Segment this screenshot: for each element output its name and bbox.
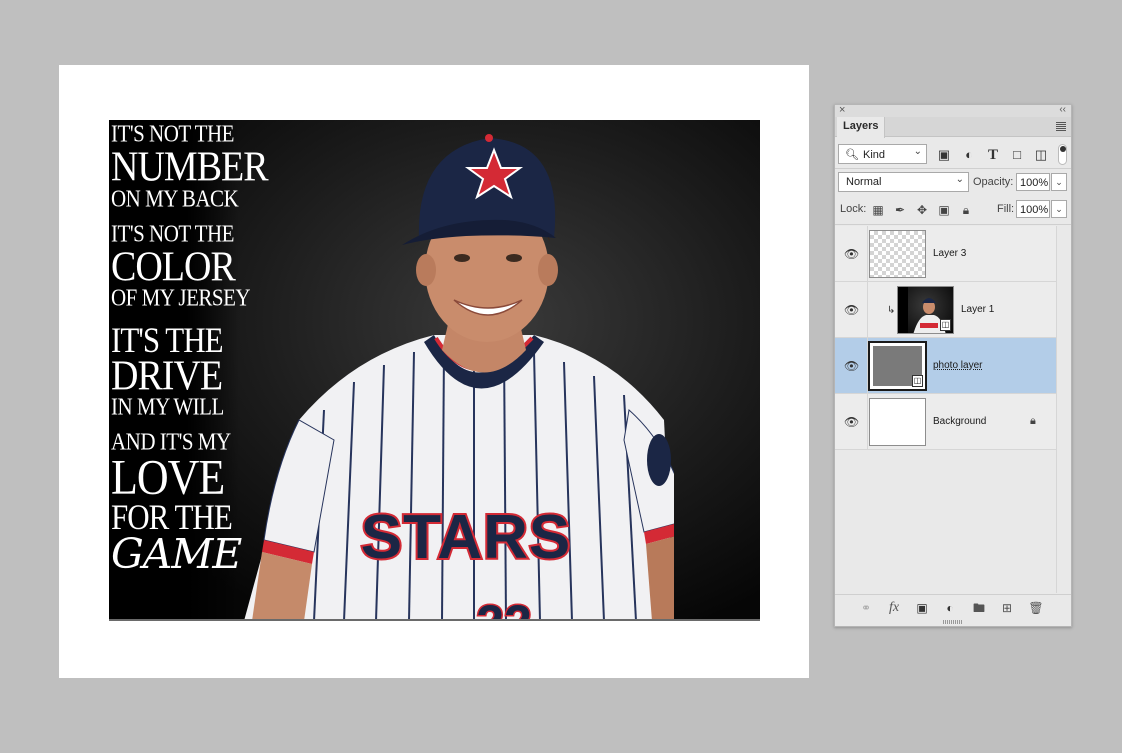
layer-row-photo-layer[interactable]: 👁︎ ◫ photo layer: [835, 338, 1056, 394]
layer-thumbnail: ◫: [897, 286, 954, 334]
opacity-dropdown[interactable]: ⌄: [1051, 173, 1067, 191]
layer-thumbnail: [869, 230, 926, 278]
poem-line-script: GAME: [111, 530, 242, 578]
baseball-player-image: STARS 22: [244, 134, 674, 621]
type-layer-filter-icon[interactable]: T: [985, 147, 1001, 163]
adjustment-layer-filter-icon[interactable]: ◐: [961, 147, 977, 163]
lock-transparent-pixels-icon[interactable]: ▦: [871, 203, 885, 217]
lock-image-pixels-icon[interactable]: ✒: [893, 203, 907, 217]
clipping-mask-arrow-icon: ↳: [887, 305, 896, 316]
chevron-down-icon: ⌄: [913, 146, 922, 157]
panel-title-bar[interactable]: × ‹‹: [835, 104, 1071, 117]
link-layers-icon[interactable]: ⚭: [858, 600, 874, 616]
shape-layer-filter-icon[interactable]: □: [1009, 147, 1025, 163]
photo-bottom-edge: [109, 619, 760, 621]
adjustment-layer-icon[interactable]: ◐: [942, 600, 958, 616]
poem-line: IT'S NOT THE: [111, 120, 235, 148]
close-icon[interactable]: ×: [839, 104, 845, 116]
fill-dropdown[interactable]: ⌄: [1051, 200, 1067, 218]
blend-mode-value: Normal: [846, 176, 882, 188]
visibility-eye-icon[interactable]: 👁︎: [844, 359, 859, 373]
poem-text-block: IT'S NOT THE NUMBER ON MY BACK IT'S NOT …: [111, 120, 269, 578]
layers-bottom-toolbar: ⚭ fx ▣ ◐ 🖿︎ ⊞ 🗑︎: [835, 594, 1071, 620]
panel-resize-grip[interactable]: [943, 620, 963, 624]
fx-layer-style-icon[interactable]: fx: [886, 600, 902, 616]
layer-name[interactable]: photo layer: [933, 360, 982, 371]
lock-fill-row: Lock: ▦ ✒ ✥ ▣ 🔒︎ Fill: 100% ⌄: [835, 197, 1071, 223]
poem-line: OF MY JERSEY: [111, 283, 251, 312]
layer-lock-icon: 🔒︎: [1030, 415, 1036, 427]
smart-object-filter-icon[interactable]: ◫: [1033, 147, 1049, 163]
blend-opacity-row: Normal ⌄ Opacity: 100% ⌄: [835, 170, 1071, 196]
jersey-stars-text: STARS: [361, 503, 572, 572]
poem-line: LOVE: [111, 449, 225, 505]
new-layer-icon[interactable]: ⊞: [999, 600, 1015, 616]
layer-name[interactable]: Layer 3: [933, 248, 966, 259]
layers-panel: × ‹‹ Layers 🔍︎ Kind ⌄ ▣ ◐ T □ ◫ Normal ⌄…: [834, 104, 1072, 627]
new-group-folder-icon[interactable]: 🖿︎: [971, 600, 987, 616]
chevron-down-icon: ⌄: [955, 174, 964, 185]
layer-thumbnail: ◫: [868, 341, 927, 391]
opacity-label: Opacity:: [973, 176, 1014, 188]
filter-kind-label: Kind: [863, 149, 886, 161]
layer-name[interactable]: Background: [933, 416, 986, 427]
filter-toggle-switch[interactable]: [1058, 144, 1067, 165]
layer-thumbnail: [869, 398, 926, 446]
opacity-field[interactable]: 100%: [1016, 173, 1050, 191]
pixel-layer-filter-icon[interactable]: ▣: [936, 147, 952, 163]
layer-row-layer-3[interactable]: 👁︎ Layer 3: [835, 226, 1056, 282]
poem-line: COLOR: [111, 243, 236, 291]
lock-position-icon[interactable]: ✥: [915, 203, 929, 217]
poem-line: NUMBER: [111, 143, 269, 191]
document-canvas[interactable]: STARS 22 IT'S NOT THE NUMBER ON MY BACK: [59, 65, 809, 678]
collapse-panel-icon[interactable]: ‹‹: [1059, 104, 1066, 116]
panel-menu-icon[interactable]: [1056, 122, 1066, 131]
tab-layers[interactable]: Layers: [837, 117, 885, 138]
lock-label: Lock:: [840, 203, 867, 215]
panel-tab-bar: Layers: [835, 117, 1071, 138]
blend-mode-select[interactable]: Normal ⌄: [838, 172, 969, 192]
smart-object-badge-icon: ◫: [912, 375, 923, 387]
poem-line: DRIVE: [111, 352, 223, 400]
divider: [867, 394, 868, 449]
poem-line: FOR THE: [111, 496, 233, 537]
add-mask-icon[interactable]: ▣: [914, 600, 930, 616]
layer-row-background[interactable]: 👁︎ Background 🔒︎: [835, 394, 1056, 450]
search-icon: 🔍︎: [845, 149, 859, 161]
fill-label: Fill:: [997, 203, 1015, 215]
divider: [867, 282, 868, 337]
divider: [867, 226, 868, 281]
visibility-eye-icon[interactable]: 👁︎: [844, 247, 859, 261]
visibility-eye-icon[interactable]: 👁︎: [844, 415, 859, 429]
layers-scrollbar[interactable]: [1056, 226, 1071, 593]
layer-name[interactable]: Layer 1: [961, 304, 994, 315]
layer-filter-row: 🔍︎ Kind ⌄ ▣ ◐ T □ ◫: [835, 142, 1071, 168]
fill-field[interactable]: 100%: [1016, 200, 1050, 218]
poem-line: IN MY WILL: [111, 392, 224, 421]
poem-line: IT'S NOT THE: [111, 219, 235, 248]
lock-all-icon[interactable]: 🔒︎: [959, 203, 973, 217]
layers-list: 👁︎ Layer 3 👁︎ ↳ ◫ Layer 1 👁︎ ◫ photo lay…: [835, 226, 1056, 450]
filter-kind-select[interactable]: 🔍︎ Kind ⌄: [838, 144, 927, 164]
visibility-eye-icon[interactable]: 👁︎: [844, 303, 859, 317]
photo-image: STARS 22 IT'S NOT THE NUMBER ON MY BACK: [109, 120, 760, 621]
divider: [835, 168, 1071, 169]
jersey-number: 22: [476, 595, 532, 621]
lock-artboard-icon[interactable]: ▣: [937, 203, 951, 217]
delete-layer-trash-icon[interactable]: 🗑︎: [1028, 600, 1044, 616]
poem-line: ON MY BACK: [111, 184, 239, 213]
layer-row-layer-1[interactable]: 👁︎ ↳ ◫ Layer 1: [835, 282, 1056, 338]
smart-object-badge-icon: ◫: [940, 319, 951, 331]
divider: [835, 224, 1071, 225]
